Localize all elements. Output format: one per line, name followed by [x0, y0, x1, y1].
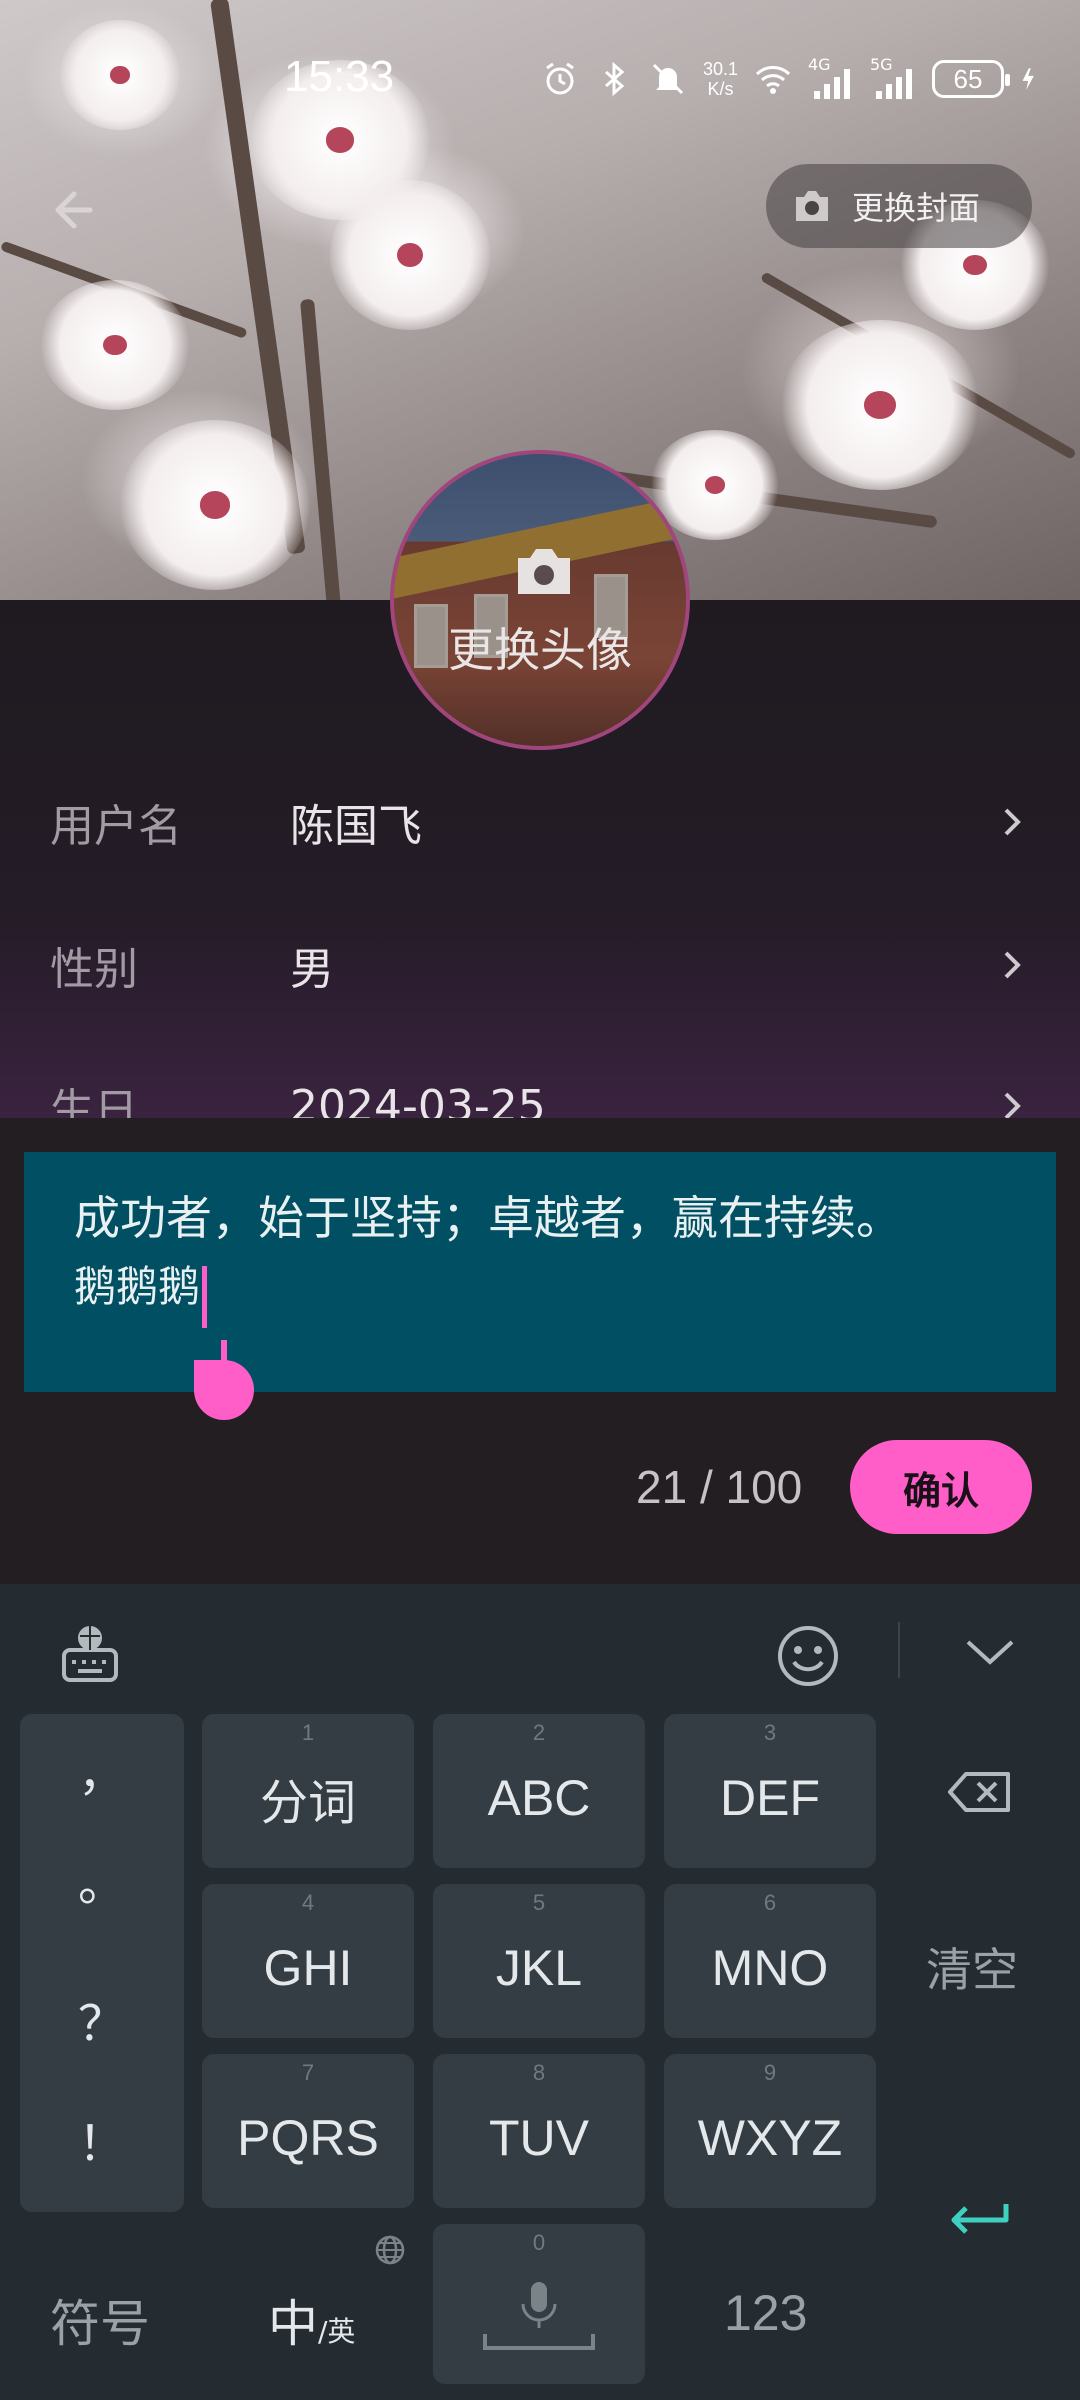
change-cover-label: 更换封面 — [852, 189, 981, 227]
alarm-icon — [546, 62, 574, 95]
charging-icon — [1022, 68, 1034, 90]
signature-textarea[interactable]: 成功者，始于坚持；卓越者，赢在持续。 鹅鹅鹅 — [24, 1152, 1056, 1392]
bluetooth-icon — [604, 61, 625, 97]
keyboard: ， 。 ？ ！ 1 分词 2 ABC 3 DEF 4 GHI 5 JKL 6 M… — [0, 1584, 1080, 2400]
language-switch-key[interactable]: 中/英 — [268, 2284, 355, 2356]
backspace-icon[interactable] — [948, 1770, 1012, 1814]
key-2[interactable]: 2 ABC — [433, 1714, 645, 1868]
char-counter: 21 / 100 — [636, 1461, 803, 1513]
clear-button[interactable]: 清空 — [926, 1934, 1018, 2000]
key-8[interactable]: 8 TUV — [433, 2054, 645, 2208]
key-7[interactable]: 7 PQRS — [202, 2054, 414, 2208]
caret-handle[interactable] — [193, 1340, 255, 1422]
numbers-key[interactable]: 123 — [724, 2284, 807, 2342]
field-value: 陈国飞 — [290, 801, 422, 852]
avatar[interactable]: 更换头像 — [390, 450, 690, 750]
field-value: 男 — [290, 944, 334, 995]
chevron-right-icon — [1004, 808, 1021, 836]
punct-question[interactable]: ？ — [20, 1984, 184, 2054]
microphone-icon — [483, 2282, 595, 2350]
field-label: 用户名 — [50, 801, 182, 852]
key-0-space[interactable]: 0 — [433, 2224, 645, 2384]
row-username[interactable]: 用户名 陈国飞 — [0, 762, 1080, 882]
key-1[interactable]: 1 分词 — [202, 1714, 414, 1868]
camera-icon — [518, 549, 570, 594]
signal-4g-icon: 4G — [808, 55, 854, 99]
chevron-down-icon[interactable] — [964, 1632, 1016, 1672]
punct-comma[interactable]: ， — [20, 1734, 184, 1804]
keyboard-toolbar — [0, 1584, 1080, 1714]
confirm-button[interactable]: 确认 — [850, 1440, 1032, 1534]
network-speed: 30.1 K/s — [702, 59, 738, 99]
punctuation-column[interactable]: ， 。 ？ ！ — [20, 1714, 184, 2212]
punct-exclaim[interactable]: ！ — [20, 2104, 184, 2174]
signal-5g-icon: 5G — [870, 55, 916, 99]
chevron-right-icon — [1004, 951, 1021, 979]
toolbar-divider — [898, 1622, 900, 1678]
signature-line-2: 鹅鹅鹅 — [74, 1262, 201, 1311]
emoji-icon[interactable] — [776, 1624, 840, 1688]
field-label: 性别 — [50, 944, 138, 995]
change-cover-button[interactable]: 更换封面 — [766, 164, 1032, 248]
change-avatar-label: 更换头像 — [448, 623, 632, 677]
text-caret — [202, 1265, 208, 1328]
mute-icon — [652, 63, 684, 95]
symbols-key[interactable]: 符号 — [50, 2284, 150, 2356]
status-bar: 15:33 30.1 K/s 4G 5G 65 — [0, 0, 1080, 160]
signature-line-1: 成功者，始于坚持；卓越者，赢在持续。 — [74, 1191, 902, 1245]
battery-indicator: 65 — [932, 60, 1010, 98]
key-9[interactable]: 9 WXYZ — [664, 2054, 876, 2208]
key-3[interactable]: 3 DEF — [664, 1714, 876, 1868]
key-5[interactable]: 5 JKL — [433, 1884, 645, 2038]
key-4[interactable]: 4 GHI — [202, 1884, 414, 2038]
keyboard-settings-icon[interactable] — [58, 1622, 122, 1686]
clock: 15:33 — [284, 52, 395, 101]
row-gender[interactable]: 性别 男 — [0, 905, 1080, 1025]
punct-period[interactable]: 。 — [20, 1844, 184, 1914]
key-6[interactable]: 6 MNO — [664, 1884, 876, 2038]
globe-icon — [375, 2235, 405, 2265]
wifi-icon — [755, 66, 791, 94]
camera-icon — [796, 191, 828, 221]
back-arrow-icon[interactable] — [44, 182, 100, 238]
enter-icon[interactable] — [948, 2194, 1012, 2238]
